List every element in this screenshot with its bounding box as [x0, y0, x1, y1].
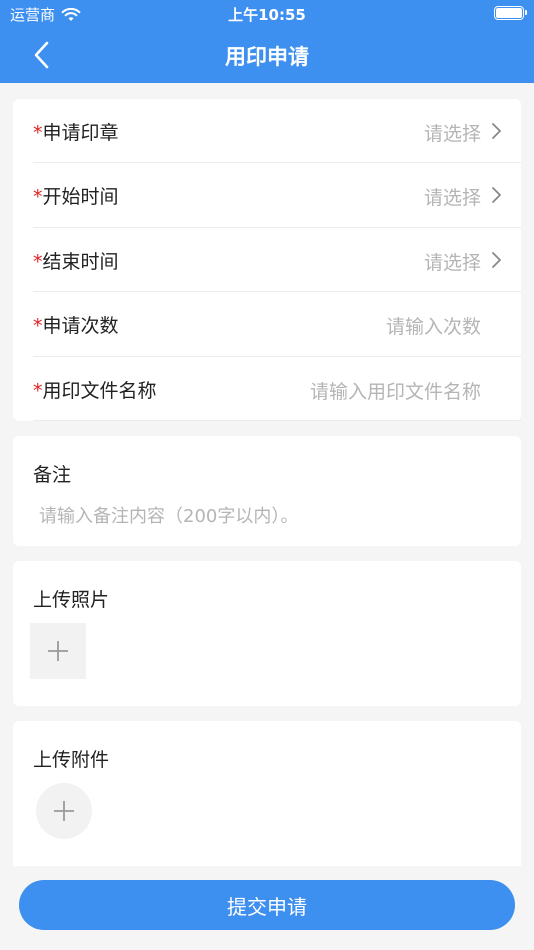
- chevron-right-icon: [492, 252, 501, 268]
- file-name-label: *用印文件名称: [33, 380, 157, 402]
- required-mark: *: [33, 186, 43, 208]
- apply-count-row: *申请次数 请输入次数: [13, 292, 521, 356]
- remark-title: 备注: [33, 464, 72, 486]
- seal-label: *申请印章: [33, 122, 119, 144]
- required-mark: *: [33, 251, 43, 273]
- start-time-row[interactable]: *开始时间 请选择: [13, 163, 521, 227]
- divider: [33, 420, 521, 421]
- app-header: 运营商 上午10:55 用印申请: [0, 0, 534, 83]
- end-time-label: *结束时间: [33, 251, 119, 273]
- plus-icon: [54, 801, 74, 821]
- start-time-value: 请选择: [423, 187, 481, 209]
- remark-input[interactable]: 请输入备注内容（200字以内）。: [39, 502, 298, 528]
- form-card: *申请印章 请选择 *开始时间 请选择 *结束时间 请选择 *申请次数 请输入次…: [13, 99, 521, 421]
- start-time-label: *开始时间: [33, 186, 119, 208]
- end-time-row[interactable]: *结束时间 请选择: [13, 228, 521, 292]
- seal-select-row[interactable]: *申请印章 请选择: [13, 99, 521, 163]
- photo-title: 上传照片: [33, 589, 110, 611]
- photo-card: 上传照片: [13, 561, 521, 706]
- status-time: 上午10:55: [228, 6, 306, 24]
- required-mark: *: [33, 380, 43, 402]
- attachment-title: 上传附件: [33, 749, 110, 771]
- remark-card: 备注 请输入备注内容（200字以内）。: [13, 436, 521, 546]
- add-photo-button[interactable]: [30, 623, 86, 679]
- status-bar: 运营商 上午10:55: [0, 0, 534, 28]
- add-attachment-button[interactable]: [36, 783, 92, 839]
- apply-count-input[interactable]: 请输入次数: [386, 312, 481, 339]
- page-title: 用印申请: [225, 45, 309, 69]
- plus-icon: [48, 641, 68, 661]
- file-name-row: *用印文件名称 请输入用印文件名称: [13, 357, 521, 421]
- file-name-input[interactable]: 请输入用印文件名称: [310, 377, 481, 404]
- required-mark: *: [33, 122, 43, 144]
- apply-count-label: *申请次数: [33, 315, 119, 337]
- bottom-bar: 提交申请: [0, 866, 534, 950]
- submit-button[interactable]: 提交申请: [19, 880, 515, 930]
- chevron-right-icon: [492, 123, 501, 139]
- required-mark: *: [33, 315, 43, 337]
- chevron-right-icon: [492, 187, 501, 203]
- attachment-card: 上传附件: [13, 721, 521, 866]
- battery-icon: [494, 6, 527, 20]
- seal-select-value: 请选择: [423, 123, 481, 145]
- nav-bar: 用印申请: [0, 28, 534, 83]
- end-time-value: 请选择: [423, 252, 481, 274]
